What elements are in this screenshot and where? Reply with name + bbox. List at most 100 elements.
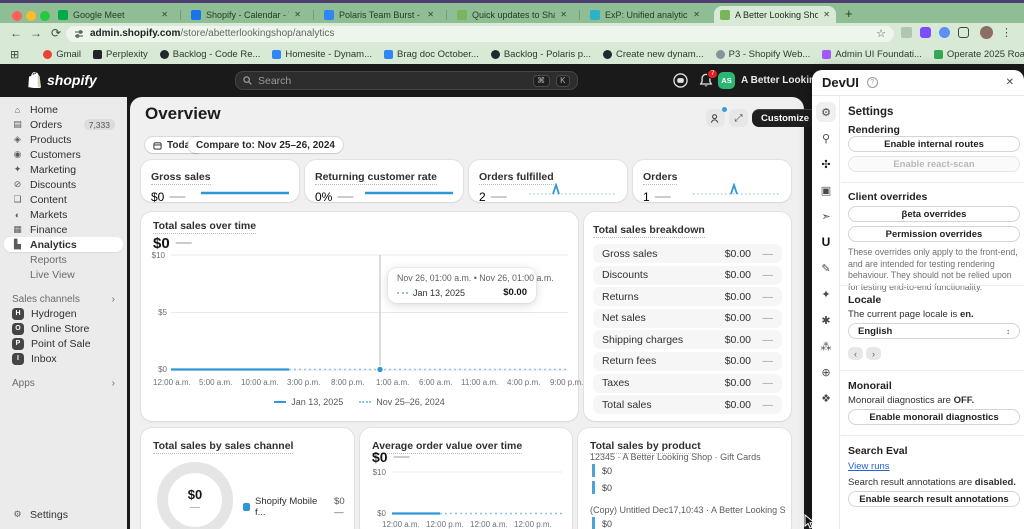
devui-tab-edit[interactable]: ✎ [816,258,836,278]
customize-button[interactable]: Customize [752,109,818,127]
metric-card-returning-rate[interactable]: Returning customer rate 0%— [305,160,463,202]
devui-tab-tags[interactable]: ❖ [816,388,836,408]
expand-icon-button[interactable]: ⤢ [729,109,748,127]
breakdown-row[interactable]: Gross sales$0.00— [593,244,782,263]
help-icon[interactable]: ? [867,77,878,88]
sales-channels-header[interactable]: Sales channels› [4,292,123,306]
devui-tab-bug[interactable]: ✱ [816,310,836,330]
browser-tab[interactable]: Shopify - Calendar - Week o ✕ [185,6,307,23]
apps-header[interactable]: Apps› [4,376,123,390]
admin-search-input[interactable]: Search ⌘ K [235,71,578,90]
devui-tab-toolbox[interactable]: ▣ [816,180,836,200]
profile-avatar[interactable] [980,26,993,39]
enable-annotations-button[interactable]: Enable search result annotations [848,491,1020,507]
sidebar-item-discounts[interactable]: ⊘Discounts [4,177,123,192]
sidebar-item-inbox[interactable]: IInbox [4,351,123,366]
sidebar-item-analytics[interactable]: ▙Analytics [4,237,123,252]
metric-card-orders-fulfilled[interactable]: Orders fulfilled 2— [469,160,627,202]
breakdown-row[interactable]: Shipping charges$0.00— [593,330,782,349]
breakdown-row[interactable]: Total sales$0.00— [593,395,782,414]
bookmark-item[interactable]: Homesite - Dynam... [272,49,372,60]
shopify-logo[interactable]: shopify [28,72,97,88]
sidebar-item-settings[interactable]: ⚙Settings [4,507,123,522]
new-tab-button[interactable]: + [845,6,853,21]
sales-by-product-card[interactable]: Total sales by product 12345 · A Better … [578,428,791,529]
sidebar-item-customers[interactable]: ◉Customers [4,147,123,162]
locale-prev-button[interactable]: ‹ [848,347,863,360]
devui-tab-settings[interactable]: ⚙ [816,102,836,122]
tab-close-icon[interactable]: ✕ [294,10,301,19]
devui-tab-accessibility[interactable]: ✣ [816,154,836,174]
beta-overrides-button[interactable]: βeta overrides [848,206,1020,222]
browser-tab-active[interactable]: A Better Looking Shop - Ove ✕ [714,6,836,23]
insights-icon-button[interactable] [706,109,725,127]
notifications-bell-button[interactable]: 7 [699,73,713,93]
view-runs-link[interactable]: View runs [848,461,1022,472]
bookmark-item[interactable]: Backlog - Code Re... [160,49,261,60]
devui-tab-uplift[interactable]: U [816,232,836,252]
metric-card-gross-sales[interactable]: Gross sales $0— [141,160,299,202]
breakdown-row[interactable]: Net sales$0.00— [593,309,782,328]
site-info-icon[interactable] [74,29,84,39]
devui-tab-globe[interactable]: ⊕ [816,362,836,382]
breakdown-row[interactable]: Discounts$0.00— [593,266,782,285]
bookmark-item[interactable]: P3 - Shopify Web... [716,49,811,60]
browser-tab[interactable]: Google Meet ✕ [52,6,174,23]
sidebar-item-content[interactable]: ❏Content [4,192,123,207]
total-sales-over-time-card[interactable]: Total sales over time $0 — $10 $5 $0 12:… [141,212,578,421]
sidebar-item-reports[interactable]: Reports [4,252,123,267]
devui-tab-inspect[interactable]: ⚲ [816,128,836,148]
sales-by-channel-card[interactable]: Total sales by sales channel $0 — Shopif… [141,428,354,529]
bookmark-item[interactable]: Gmail [43,49,81,60]
tab-close-icon[interactable]: ✕ [560,10,567,19]
tab-groups-icon[interactable] [958,27,969,38]
sidebar-item-marketing[interactable]: ✦Marketing [4,162,123,177]
tab-close-icon[interactable]: ✕ [427,10,434,19]
bookmark-item[interactable]: Backlog - Polaris p... [491,49,591,60]
tab-close-icon[interactable]: ✕ [823,10,830,19]
sidebar-item-online-store[interactable]: OOnline Store [4,321,123,336]
extension-puzzle-icon[interactable] [901,27,912,38]
extension-icon[interactable] [939,27,950,38]
forward-icon[interactable]: → [28,26,44,40]
reload-icon[interactable]: ⟳ [48,26,64,40]
breakdown-row[interactable]: Returns$0.00— [593,287,782,306]
extension-icon[interactable] [920,27,931,38]
breakdown-row[interactable]: Return fees$0.00— [593,352,782,371]
sidebar-item-point-of-sale[interactable]: PPoint of Sale [4,336,123,351]
sidebar-item-home[interactable]: ⌂Home [4,102,123,117]
locale-next-button[interactable]: › [866,347,881,360]
compare-button[interactable]: Compare to: Nov 25–26, 2024 [188,137,343,153]
devui-tab-team[interactable]: ⁂ [816,336,836,356]
devui-tab-launch[interactable]: ➣ [816,206,836,226]
average-order-value-card[interactable]: Average order value over time $0 — $10 $… [360,428,572,529]
bookmark-item[interactable]: Operate 2025 Roa... [934,49,1024,60]
sidebar-item-live-view[interactable]: Live View [4,267,123,282]
sidebar-item-finance[interactable]: ▦Finance [4,222,123,237]
bookmark-item[interactable]: Admin UI Foundati... [822,49,922,60]
window-minimize-button[interactable] [26,11,36,21]
address-bar[interactable]: admin.shopify.com/store/abetterlookingsh… [66,26,894,42]
browser-tab[interactable]: Quick updates to Shadows a ✕ [451,6,573,23]
back-icon[interactable]: ← [8,26,24,40]
tab-close-icon[interactable]: ✕ [161,10,168,19]
enable-monorail-button[interactable]: Enable monorail diagnostics [848,409,1020,425]
sidebar-item-orders[interactable]: ▤Orders7,333 [4,117,123,132]
bookmark-item[interactable]: Create new dynam... [603,49,704,60]
sidebar-item-markets[interactable]: ◐Markets [4,207,123,222]
sidebar-item-hydrogen[interactable]: HHydrogen [4,306,123,321]
bookmark-star-icon[interactable]: ☆ [876,27,886,40]
enable-internal-routes-button[interactable]: Enable internal routes [848,136,1020,152]
devui-tab-sparkles[interactable]: ✦ [816,284,836,304]
metric-card-orders[interactable]: Orders 1— [633,160,791,202]
browser-menu-icon[interactable]: ⋮ [1001,26,1012,39]
locale-select[interactable]: English ↕ [848,323,1020,339]
browser-tab[interactable]: Polaris Team Burst - Google ✕ [318,6,440,23]
bookmark-item[interactable]: Brag doc October... [384,49,479,60]
breakdown-row[interactable]: Taxes$0.00— [593,374,782,393]
window-close-button[interactable] [12,11,22,21]
permission-overrides-button[interactable]: Permission overrides [848,226,1020,242]
bookmark-apps-grid-icon[interactable]: ⊞ [10,48,19,61]
total-sales-breakdown-card[interactable]: Total sales breakdown Gross sales$0.00— … [584,212,791,421]
close-icon[interactable]: ✕ [1006,77,1014,88]
